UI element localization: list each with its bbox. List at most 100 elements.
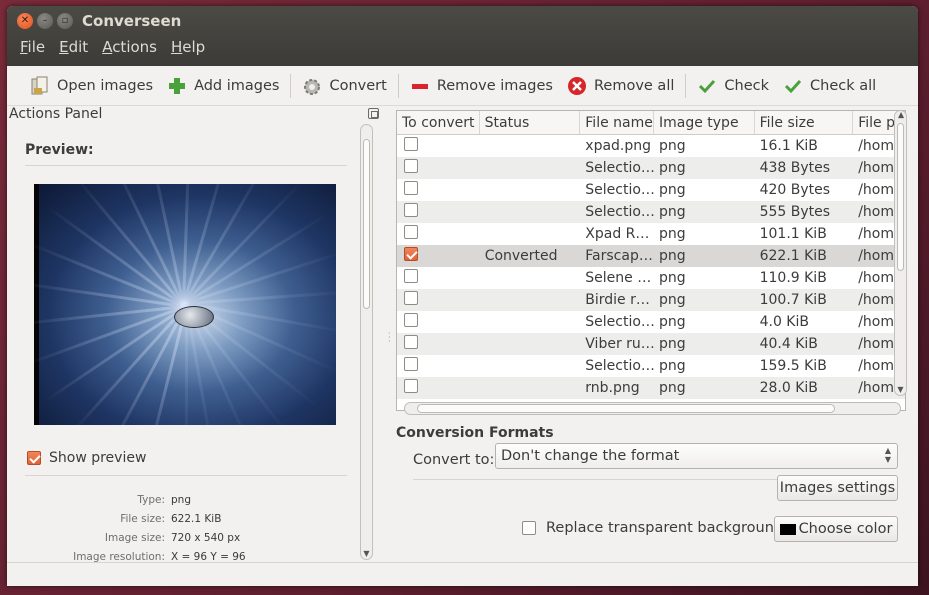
format-select[interactable]: Don't change the format ▲ ▼ xyxy=(495,443,898,469)
menu-help[interactable]: Help xyxy=(164,38,212,56)
open-folder-icon xyxy=(30,76,50,96)
window-maximize-button[interactable]: ▫ xyxy=(57,13,73,29)
cell-status: Converted xyxy=(484,248,558,264)
gear-icon xyxy=(302,76,322,96)
table-body: xpad.png png 16.1 KiB/hom Selectio… png 438 B… xyxy=(397,135,905,399)
cell-image-type: png xyxy=(659,314,686,330)
remove-all-button[interactable]: Remove all xyxy=(560,71,681,101)
column-header-to-convert[interactable]: To convert xyxy=(397,111,480,134)
column-header-file-size[interactable]: File size xyxy=(755,111,854,134)
open-images-button[interactable]: Open images xyxy=(23,71,160,101)
row-convert-checkbox[interactable] xyxy=(404,159,418,173)
row-convert-checkbox[interactable] xyxy=(404,181,418,195)
image-resolution-value: X = 96 Y = 96 xyxy=(171,550,246,563)
cell-image-type: png xyxy=(659,380,686,396)
replace-background-checkbox[interactable]: Replace transparent background xyxy=(522,520,783,536)
remove-images-button[interactable]: Remove images xyxy=(403,71,560,101)
cell-file-name: Selectio… xyxy=(585,182,654,198)
up-down-arrows-icon: ▲ ▼ xyxy=(884,446,891,464)
menu-file[interactable]: File xyxy=(13,38,52,56)
row-convert-checkbox[interactable] xyxy=(404,203,418,217)
menu-actions[interactable]: Actions xyxy=(95,38,164,56)
splitter-handle[interactable]: · · · xyxy=(388,330,391,346)
preview-image xyxy=(34,184,336,425)
cell-file-name: Farscap… xyxy=(585,248,653,264)
show-preview-checkbox[interactable]: Show preview xyxy=(27,450,146,466)
show-preview-label: Show preview xyxy=(49,450,147,466)
images-settings-button[interactable]: Images settings xyxy=(777,475,898,501)
checkmark-icon xyxy=(697,76,717,96)
check-button[interactable]: Check xyxy=(690,71,776,101)
divider xyxy=(25,475,347,476)
table-row[interactable]: Xpad R… png 101.1 KiB/hom xyxy=(397,223,905,245)
table-row[interactable]: Selene … png 110.9 KiB/hom xyxy=(397,267,905,289)
file-size-value: 622.1 KiB xyxy=(171,512,222,525)
type-value: png xyxy=(171,493,191,506)
table-row[interactable]: Selectio… png 420 Bytes/hom xyxy=(397,179,905,201)
table-vertical-scrollbar[interactable]: ▼ ▼ xyxy=(894,110,907,396)
table-row[interactable]: xpad.png png 16.1 KiB/hom xyxy=(397,135,905,157)
app-window: ✕ – ▫ Converseen File Edit Actions Help Ope… xyxy=(7,6,918,586)
table-row[interactable]: Selectio… png 4.0 KiB/hom xyxy=(397,311,905,333)
color-swatch xyxy=(779,523,796,535)
conversion-formats-heading: Conversion Formats xyxy=(396,425,554,441)
minus-icon xyxy=(410,76,430,96)
column-header-status[interactable]: Status xyxy=(480,111,581,134)
row-convert-checkbox[interactable] xyxy=(404,137,418,151)
row-convert-checkbox[interactable] xyxy=(404,379,418,393)
column-header-image-type[interactable]: Image type xyxy=(654,111,755,134)
show-preview-check-icon[interactable] xyxy=(27,451,41,465)
row-convert-checkbox[interactable] xyxy=(404,269,418,283)
row-convert-checkbox[interactable] xyxy=(404,313,418,327)
detach-panel-icon[interactable] xyxy=(368,108,379,119)
table-row[interactable]: Selectio… png 555 Bytes/hom xyxy=(397,201,905,223)
cell-image-type: png xyxy=(659,270,686,286)
cell-file-size: 110.9 KiB xyxy=(759,270,827,286)
scrollbar-thumb[interactable] xyxy=(363,139,370,309)
cell-file-size: 101.1 KiB xyxy=(759,226,827,242)
status-bar xyxy=(7,562,918,586)
cell-file-name: Viber ru… xyxy=(585,336,654,352)
choose-color-label: Choose color xyxy=(798,521,893,537)
column-header-file-name[interactable]: File name xyxy=(580,111,654,134)
row-convert-checkbox[interactable] xyxy=(404,291,418,305)
cell-image-type: png xyxy=(659,226,686,242)
scrollbar-thumb[interactable] xyxy=(417,404,835,413)
table-row[interactable]: Selectio… png 159.5 KiB/hom xyxy=(397,355,905,377)
convert-button[interactable]: Convert xyxy=(295,71,393,101)
replace-background-label: Replace transparent background xyxy=(546,520,784,536)
images-table: To convert Status File name Image type File … xyxy=(396,110,906,411)
table-horizontal-scrollbar[interactable] xyxy=(404,402,901,415)
menu-edit[interactable]: Edit xyxy=(52,38,95,56)
scrollbar-thumb[interactable] xyxy=(897,123,904,271)
row-convert-checkbox[interactable] xyxy=(404,247,418,261)
divider xyxy=(25,165,347,166)
menu-bar: File Edit Actions Help xyxy=(13,38,212,56)
table-row[interactable]: Viber ru… png 40.4 KiB/hom xyxy=(397,333,905,355)
table-row[interactable]: Selectio… png 438 Bytes/hom xyxy=(397,157,905,179)
delete-circle-icon xyxy=(567,76,587,96)
window-close-button[interactable]: ✕ xyxy=(17,13,33,29)
actions-panel-scrollbar[interactable]: ▼ xyxy=(360,124,373,560)
table-row[interactable]: rnb.png png 28.0 KiB/hom xyxy=(397,377,905,399)
image-size-label: Image size: xyxy=(104,531,165,544)
cell-file-name: Selectio… xyxy=(585,314,654,330)
row-convert-checkbox[interactable] xyxy=(404,335,418,349)
row-convert-checkbox[interactable] xyxy=(404,357,418,371)
replace-background-check-icon[interactable] xyxy=(522,521,536,535)
check-all-button[interactable]: Check all xyxy=(776,71,883,101)
row-convert-checkbox[interactable] xyxy=(404,225,418,239)
scroll-down-icon[interactable]: ▼ xyxy=(363,549,369,558)
scroll-down-icon[interactable]: ▼ xyxy=(897,385,903,394)
open-images-label: Open images xyxy=(57,77,154,94)
table-row[interactable]: Converted Farscap… png 622.1 KiB/hom xyxy=(397,245,905,267)
add-images-button[interactable]: Add images xyxy=(160,71,286,101)
scroll-up-icon[interactable]: ▼ xyxy=(897,111,903,120)
file-size-label: File size: xyxy=(120,512,165,525)
window-minimize-button[interactable]: – xyxy=(37,13,53,29)
cell-image-type: png xyxy=(659,358,686,374)
table-row[interactable]: Birdie r… png 100.7 KiB/hom xyxy=(397,289,905,311)
cell-file-name: Selectio… xyxy=(585,358,654,374)
cell-file-name: Xpad R… xyxy=(585,226,650,242)
choose-color-button[interactable]: Choose color xyxy=(774,516,898,542)
